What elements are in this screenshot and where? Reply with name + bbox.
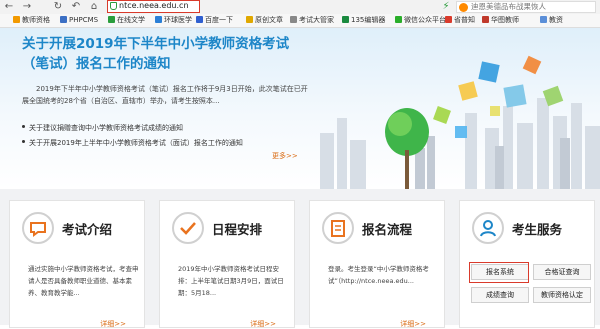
search-placeholder: 迪恩美德品布战果恢人 xyxy=(471,2,546,11)
notice-link[interactable]: 关于开展2019年上半年中小学教师资格考试（面试）报名工作的通知 xyxy=(22,138,243,148)
card-more-link[interactable]: 详细>> xyxy=(400,319,426,329)
bookmark-icon xyxy=(196,16,203,23)
card-title: 考生服务 xyxy=(512,222,563,237)
bullet-icon xyxy=(22,140,25,143)
card-title: 日程安排 xyxy=(212,222,263,237)
speech-bubble-icon xyxy=(22,212,54,244)
registration-highlight-box xyxy=(469,262,529,283)
bookmark-icon xyxy=(342,16,349,23)
address-text: ntce.neea.edu.cn xyxy=(119,1,189,10)
bookmark-item[interactable]: 省普知 xyxy=(445,14,475,27)
back-icon[interactable]: ← xyxy=(3,1,15,13)
hero-body: 2019年下半年中小学教师资格考试（笔试）报名工作将于9月3日开始，此次笔试在已… xyxy=(22,85,308,105)
bookmark-item[interactable]: 华图教师 xyxy=(482,14,519,27)
search-engine-icon xyxy=(459,3,468,12)
address-bar[interactable]: ntce.neea.edu.cn xyxy=(107,0,200,13)
bookmark-icon xyxy=(155,16,162,23)
bullet-icon xyxy=(22,125,25,128)
card-more-link[interactable]: 详细>> xyxy=(250,319,276,329)
shield-icon xyxy=(110,2,117,10)
hero-banner: 关于开展2019年下半年中小学教师资格考试（笔试）报名工作的通知 2019年下半… xyxy=(0,28,600,189)
card-title: 考试介绍 xyxy=(62,222,113,237)
feature-cards-area: 考试介绍 通过实施中小学教师资格考试，考查申请人是否具备教师职业道德、基本素养、… xyxy=(0,189,600,328)
bookmark-item[interactable]: 环球医学 xyxy=(155,14,192,27)
search-box[interactable]: 迪恩美德品布战果恢人 xyxy=(456,1,596,13)
card-exam-intro[interactable]: 考试介绍 通过实施中小学教师资格考试，考查申请人是否具备教师职业道德、基本素养、… xyxy=(9,200,145,328)
card-schedule[interactable]: 日程安排 2019年中小学教师资格考试日程安排：上半年笔试日期3月9日，面试日期… xyxy=(159,200,295,328)
more-link[interactable]: 更多>> xyxy=(272,151,298,161)
city-illustration xyxy=(320,55,600,189)
bookmark-item[interactable]: 原创文章 xyxy=(246,14,283,27)
hero-title[interactable]: 关于开展2019年下半年中小学教师资格考试（笔试）报名工作的通知 xyxy=(22,34,312,74)
bookmark-icon xyxy=(246,16,253,23)
bookmark-item[interactable]: 在线文学 xyxy=(108,14,145,27)
lightning-icon[interactable]: ⚡ xyxy=(440,1,452,13)
bookmark-item[interactable]: 教资 xyxy=(540,14,563,27)
bookmark-icon xyxy=(13,16,20,23)
card-title: 报名流程 xyxy=(362,222,413,237)
bookmark-item[interactable]: 百度一下 xyxy=(196,14,233,27)
bookmark-item[interactable]: 考试大管家 xyxy=(290,14,334,27)
notice-link[interactable]: 关于建议捐赠查询中小学教师资格考试成绩的通知 xyxy=(22,123,183,133)
bookmark-item[interactable]: 教师资格 xyxy=(13,14,50,27)
forward-icon[interactable]: → xyxy=(21,1,33,13)
bookmark-icon xyxy=(482,16,489,23)
bookmark-item[interactable]: 135编辑器 xyxy=(342,14,385,27)
certificate-query-button[interactable]: 合格证查询 xyxy=(533,264,591,280)
card-description: 2019年中小学教师资格考试日程安排：上半年笔试日期3月9日，面试日期：5月18… xyxy=(178,265,284,297)
bookmark-item[interactable]: PHPCMS xyxy=(60,14,98,27)
person-icon xyxy=(472,212,504,244)
document-icon xyxy=(322,212,354,244)
bookmark-icon xyxy=(108,16,115,23)
bookmark-icon xyxy=(395,16,402,23)
reload-icon[interactable]: ↻ xyxy=(52,1,64,13)
teacher-certification-button[interactable]: 教师资格认定 xyxy=(533,287,591,303)
checkmark-icon xyxy=(172,212,204,244)
card-more-link[interactable]: 详细>> xyxy=(100,319,126,329)
home-icon[interactable]: ⌂ xyxy=(88,1,100,13)
browser-toolbar: ← → ↻ ↶ ⌂ ntce.neea.edu.cn ⚡ 迪恩美德品布战果恢人 xyxy=(0,0,600,14)
bookmark-icon xyxy=(445,16,452,23)
card-description: 通过实施中小学教师资格考试，考查申请人是否具备教师职业道德、基本素养、教育教学能… xyxy=(28,265,139,297)
score-query-button[interactable]: 成绩查询 xyxy=(471,287,529,303)
bookmarks-bar: 教师资格 PHPCMS 在线文学 环球医学 百度一下 原创文章 考试大管家 13… xyxy=(0,14,600,28)
bookmark-icon xyxy=(540,16,547,23)
undo-icon[interactable]: ↶ xyxy=(70,1,82,13)
bookmark-icon xyxy=(60,16,67,23)
bookmark-item[interactable]: 微信公众平台 xyxy=(395,14,446,27)
card-registration-process[interactable]: 报名流程 登录。考生登录“中小学教师资格考试”（http://ntce.neea… xyxy=(309,200,445,328)
card-description: 登录。考生登录“中小学教师资格考试”（http://ntce.neea.edu.… xyxy=(328,265,429,285)
bookmark-icon xyxy=(290,16,297,23)
